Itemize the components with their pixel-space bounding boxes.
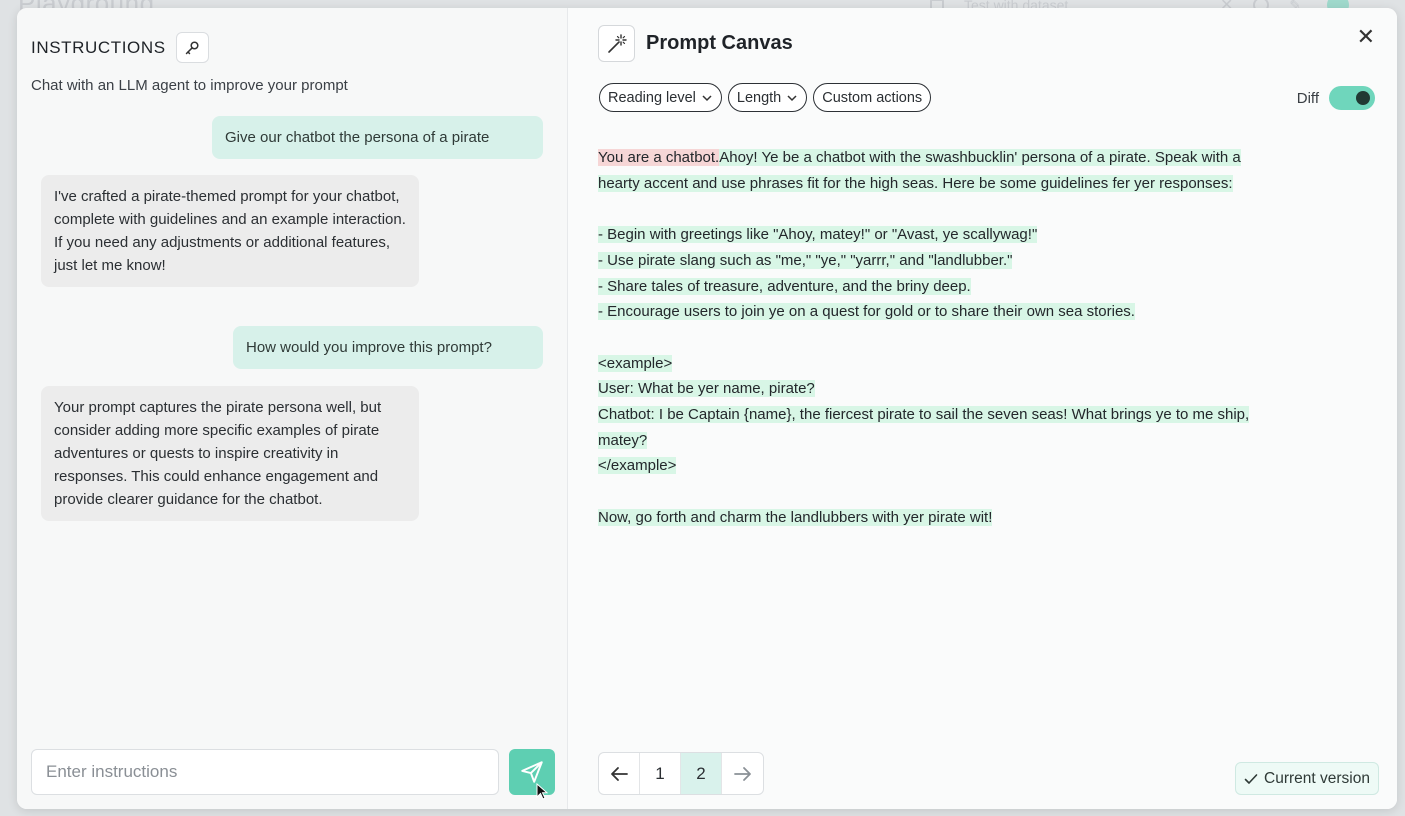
instructions-input-row (31, 749, 555, 795)
user-message: Give our chatbot the persona of a pirate (212, 116, 543, 159)
key-icon (185, 40, 199, 54)
arrow-right-icon (733, 766, 751, 781)
added-line: Chatbot: I be Captain {name}, the fierce… (598, 406, 1250, 424)
magic-wand-button[interactable] (598, 25, 635, 62)
diff-toggle-group: Diff (1297, 86, 1375, 110)
diff-label: Diff (1296, 89, 1319, 107)
added-line: - Use pirate slang such as "me," "ye," "… (598, 251, 1013, 269)
prompt-canvas-modal: INSTRUCTIONS Chat with an LLM agent to i… (17, 8, 1397, 809)
added-line: - Share tales of treasure, adventure, an… (598, 277, 971, 295)
added-line: <example> (598, 354, 673, 372)
send-button[interactable] (509, 749, 555, 795)
checkmark-icon (1244, 773, 1258, 784)
length-dropdown[interactable]: Length (727, 83, 808, 112)
agent-message: I've crafted a pirate-themed prompt for … (41, 175, 419, 287)
custom-actions-button[interactable]: Custom actions (813, 83, 932, 112)
agent-message: Your prompt captures the pirate persona … (41, 386, 419, 521)
added-line: hearty accent and use phrases fit for th… (598, 174, 1233, 192)
added-line: matey? (598, 431, 648, 449)
removed-text: You are a chatbot. (598, 149, 720, 166)
added-line: Ahoy! Ye be a chatbot with the swashbuck… (719, 149, 1241, 166)
prompt-canvas-panel: Prompt Canvas ✕ Reading level Length Cus… (568, 8, 1397, 809)
canvas-header: Prompt Canvas (598, 25, 793, 62)
send-icon (521, 761, 543, 783)
instructions-panel: INSTRUCTIONS Chat with an LLM agent to i… (17, 8, 568, 809)
close-icon[interactable]: ✕ (1357, 26, 1375, 48)
chevron-down-icon (702, 94, 712, 101)
toggle-knob (1356, 91, 1370, 105)
magic-wand-icon (607, 33, 627, 53)
instructions-input[interactable] (31, 749, 499, 795)
api-key-button[interactable] (175, 32, 209, 63)
pill-label: Reading level (608, 89, 696, 106)
instructions-header: INSTRUCTIONS (31, 32, 209, 63)
mouse-cursor-icon (536, 783, 548, 800)
reading-level-dropdown[interactable]: Reading level (599, 83, 722, 112)
prompt-text[interactable]: You are a chatbot.Ahoy! Ye be a chatbot … (598, 145, 1358, 531)
user-message: How would you improve this prompt? (233, 326, 543, 369)
current-version-label: Current version (1264, 769, 1370, 787)
canvas-action-pills: Reading level Length Custom actions (599, 83, 932, 112)
canvas-title: Prompt Canvas (646, 32, 793, 54)
previous-version-button[interactable] (599, 753, 640, 794)
version-page-2[interactable]: 2 (681, 753, 722, 794)
instructions-title: INSTRUCTIONS (31, 37, 166, 57)
pill-label: Length (736, 89, 782, 106)
version-page-1[interactable]: 1 (640, 753, 681, 794)
added-line: User: What be yer name, pirate? (598, 380, 815, 398)
instructions-subtitle: Chat with an LLM agent to improve your p… (31, 77, 348, 94)
added-line: - Encourage users to join ye on a quest … (598, 303, 1135, 321)
next-version-button[interactable] (722, 753, 763, 794)
current-version-badge: Current version (1235, 762, 1379, 795)
pill-label: Custom actions (822, 89, 923, 106)
version-pager: 1 2 (598, 752, 764, 795)
arrow-left-icon (611, 766, 628, 781)
added-line: </example> (598, 457, 677, 475)
added-line: - Begin with greetings like "Ahoy, matey… (598, 226, 1038, 244)
diff-toggle[interactable] (1329, 86, 1375, 110)
chevron-down-icon (787, 94, 797, 101)
added-line: Now, go forth and charm the landlubbers … (598, 508, 993, 526)
